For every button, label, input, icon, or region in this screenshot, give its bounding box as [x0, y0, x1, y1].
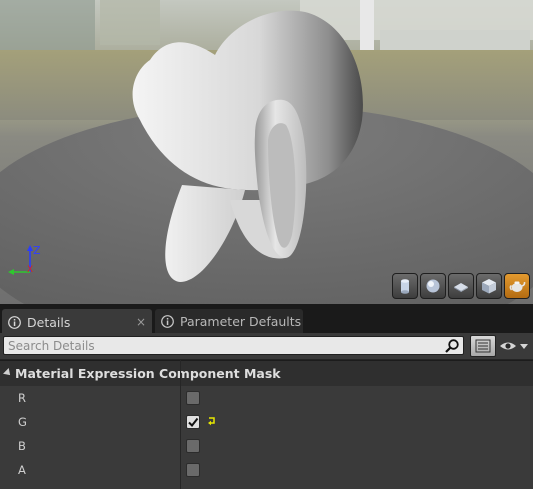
axis-x-label: X — [27, 265, 33, 275]
teapot-icon — [509, 281, 526, 292]
cube-preview-button[interactable] — [476, 273, 502, 299]
tab-close-button[interactable]: × — [136, 315, 146, 329]
property-list: R G B A — [0, 386, 533, 489]
material-preview-viewport[interactable]: Z X — [0, 0, 533, 304]
property-row-a: A — [0, 458, 533, 482]
sphere-icon — [426, 279, 440, 293]
tab-parameter-defaults-label: Parameter Defaults — [180, 313, 302, 329]
property-row-r: R — [0, 386, 533, 410]
cube-icon — [482, 279, 496, 294]
property-row-g: G — [0, 410, 533, 434]
tab-details-label: Details — [27, 314, 71, 330]
list-view-button[interactable] — [470, 335, 496, 357]
list-icon — [475, 339, 491, 353]
column-divider[interactable] — [180, 360, 181, 489]
property-name: G — [18, 415, 27, 429]
category-header[interactable]: Material Expression Component Mask — [0, 360, 533, 386]
property-row-b: B — [0, 434, 533, 458]
info-icon — [8, 315, 21, 329]
sphere-preview-button[interactable] — [420, 273, 446, 299]
search-details-input[interactable] — [3, 336, 464, 355]
search-row — [0, 333, 533, 359]
reset-to-default-icon[interactable] — [207, 416, 216, 426]
property-name: B — [18, 439, 26, 453]
cylinder-preview-button[interactable] — [392, 273, 418, 299]
tab-details[interactable]: Details × — [2, 309, 152, 333]
info-icon — [161, 314, 174, 328]
eye-icon — [500, 342, 528, 350]
plane-icon — [454, 283, 468, 292]
cylinder-icon — [401, 279, 409, 294]
b-checkbox[interactable] — [186, 439, 200, 453]
a-checkbox[interactable] — [186, 463, 200, 477]
search-icon[interactable] — [444, 338, 460, 354]
tab-bar: Details × Parameter Defaults — [0, 309, 533, 333]
checkmark-icon — [188, 417, 199, 428]
g-checkbox[interactable] — [186, 415, 200, 429]
plane-preview-button[interactable] — [448, 273, 474, 299]
tab-parameter-defaults[interactable]: Parameter Defaults — [155, 309, 303, 333]
collapse-arrow-icon[interactable] — [3, 368, 13, 378]
axis-z-label: Z — [33, 244, 41, 257]
custom-mesh-preview-button[interactable] — [504, 273, 530, 299]
category-title: Material Expression Component Mask — [15, 366, 281, 381]
r-checkbox[interactable] — [186, 391, 200, 405]
property-name: A — [18, 463, 26, 477]
view-options-button[interactable] — [499, 337, 531, 355]
preview-scene: Z X — [0, 0, 533, 304]
property-name: R — [18, 391, 26, 405]
